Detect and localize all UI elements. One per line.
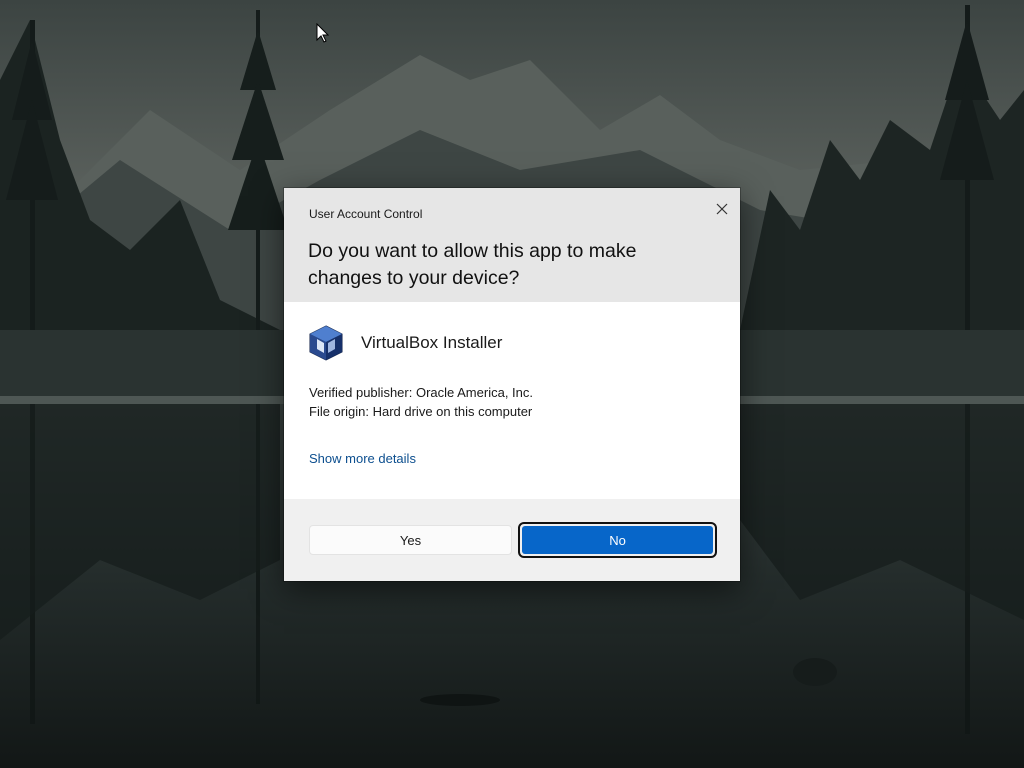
file-origin: File origin: Hard drive on this computer [309,404,533,419]
uac-question: Do you want to allow this app to make ch… [308,240,637,289]
dialog-title: User Account Control [309,207,423,221]
show-more-details-link[interactable]: Show more details [309,451,416,466]
desktop: User Account Control Do you want to allo… [0,0,1024,768]
arrow-cursor-icon [316,23,330,43]
close-icon [716,203,728,215]
virtualbox-cube-icon [309,325,343,361]
close-button[interactable] [708,196,736,222]
app-name: VirtualBox Installer [361,333,503,352]
uac-dialog: User Account Control Do you want to allo… [284,188,740,581]
yes-button[interactable]: Yes [309,525,512,555]
verified-publisher: Verified publisher: Oracle America, Inc. [309,385,533,400]
no-button[interactable]: No [522,526,713,554]
